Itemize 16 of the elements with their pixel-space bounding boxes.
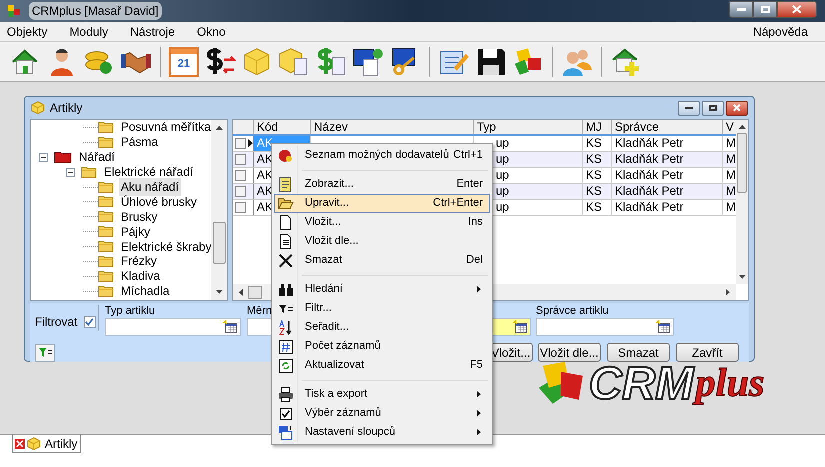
table-cell: Kladňák Petr xyxy=(612,152,723,167)
field-label: Měrn xyxy=(247,305,272,318)
table-cell: Kladňák Petr xyxy=(612,184,723,199)
filter-label: Filtrovat xyxy=(35,314,78,331)
table-cell: KS xyxy=(583,136,612,151)
table-cell: KS xyxy=(583,200,612,215)
table-cell: Kladňák Petr xyxy=(612,168,723,183)
table-cell: KS xyxy=(583,152,612,167)
field-label: Správce artiklu xyxy=(536,305,609,318)
table-cell: KS xyxy=(583,184,612,199)
field-label: Typ artiklu xyxy=(105,305,156,318)
table-cell: Kladňák Petr xyxy=(612,200,723,215)
table-cell: KS xyxy=(583,168,612,183)
table-cell: Kladňák Petr xyxy=(612,136,723,151)
window-title: CRMplus [Masař David] xyxy=(29,2,162,20)
child-window-title: Artikly xyxy=(50,100,83,117)
